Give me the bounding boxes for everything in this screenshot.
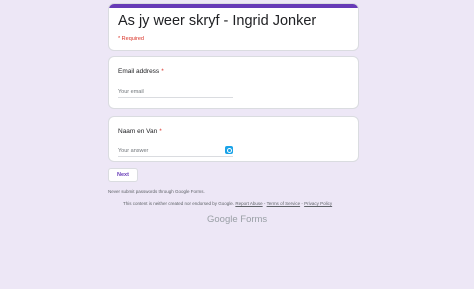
extension-icon[interactable] (225, 146, 233, 154)
next-button[interactable]: Next (108, 168, 138, 182)
question-label-text: Naam en Van (118, 128, 158, 135)
google-forms-logo: Google Forms (207, 214, 268, 225)
email-input[interactable] (118, 87, 233, 98)
disclaimer: This content is neither created nor endo… (123, 201, 332, 206)
required-note: * Required (118, 36, 144, 42)
required-star: * (159, 128, 162, 135)
privacy-link[interactable]: Privacy Policy (304, 201, 332, 206)
question-label-email: Email address * (118, 68, 164, 75)
header-accent-bar (109, 4, 358, 8)
form-title: As jy weer skryf - Ingrid Jonker (118, 13, 317, 29)
question-card-email: Email address * (108, 56, 359, 109)
question-label-name: Naam en Van * (118, 128, 162, 135)
separator: - (301, 201, 303, 206)
question-label-text: Email address (118, 68, 160, 75)
password-note: Never submit passwords through Google Fo… (108, 189, 205, 194)
question-card-name: Naam en Van * (108, 116, 359, 162)
terms-link[interactable]: Terms of Service (267, 201, 301, 206)
form-header-card: As jy weer skryf - Ingrid Jonker * Requi… (108, 3, 359, 51)
separator: - (263, 201, 266, 206)
disclaimer-text: This content is neither created nor endo… (123, 201, 235, 206)
required-star: * (161, 68, 164, 75)
report-abuse-link[interactable]: Report Abuse (235, 201, 262, 206)
name-input[interactable] (118, 146, 233, 157)
